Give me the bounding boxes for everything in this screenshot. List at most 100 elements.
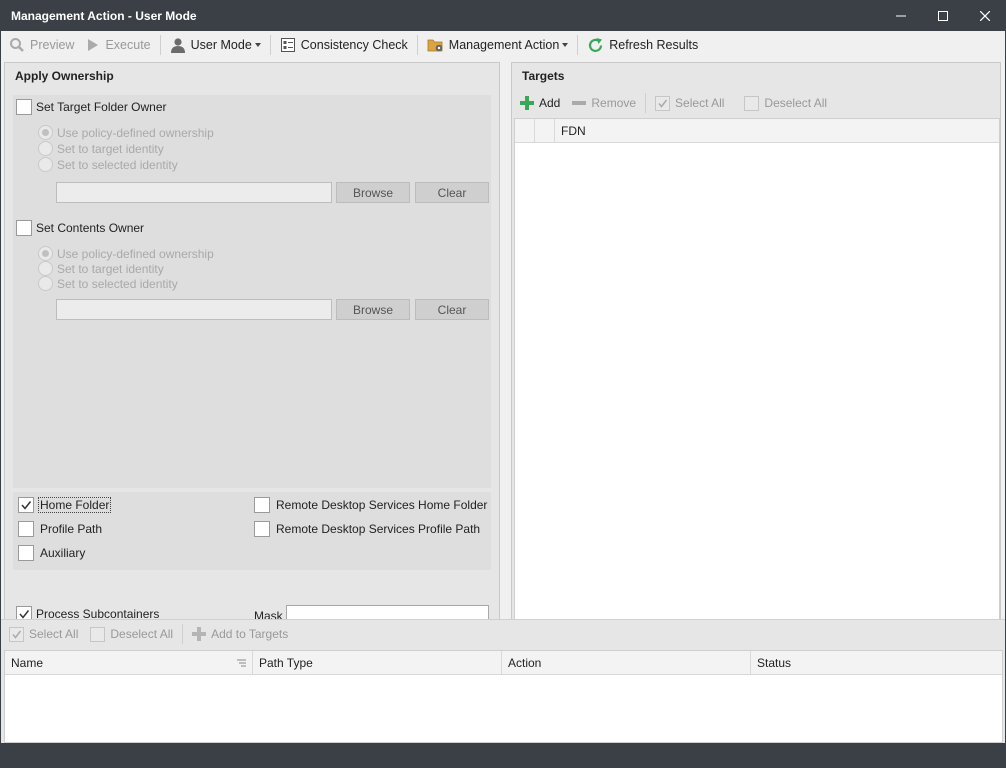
toolbar-separator: [416, 35, 418, 55]
minus-icon: [572, 101, 587, 105]
minimize-button[interactable]: [878, 0, 924, 31]
contents-owner-clear-button[interactable]: Clear: [415, 299, 489, 320]
maximize-button[interactable]: [920, 0, 966, 31]
results-grid-header: Name Path Type Action Status: [5, 651, 1002, 675]
targets-panel: Targets Add Remove Select All Deselect A…: [511, 62, 1001, 635]
radio-selected-identity[interactable]: Set to selected identity: [38, 276, 178, 291]
home-folder-checkbox[interactable]: Home Folder: [18, 497, 112, 513]
execute-button[interactable]: Execute: [80, 33, 156, 57]
refresh-results-label: Refresh Results: [609, 38, 699, 52]
checkbox-box: [254, 497, 270, 513]
minimize-icon: [896, 15, 906, 16]
results-grid: Name Path Type Action Status: [4, 650, 1003, 743]
checkbox-box: [16, 99, 32, 115]
targets-select-all-button[interactable]: Select All: [649, 91, 730, 115]
set-target-folder-owner-checkbox[interactable]: Set Target Folder Owner: [16, 99, 167, 115]
targets-grid: FDN: [514, 118, 1000, 634]
rds-home-folder-label: Remote Desktop Services Home Folder: [276, 498, 488, 512]
profile-path-checkbox[interactable]: Profile Path: [18, 521, 104, 537]
contents-owner-browse-button[interactable]: Browse: [336, 299, 410, 320]
radio-selected-identity[interactable]: Set to selected identity: [38, 157, 178, 172]
chevron-down-icon: [254, 43, 261, 47]
radio-dot: [38, 261, 53, 276]
radio-dot: [38, 157, 53, 172]
add-to-targets-button[interactable]: Add to Targets: [186, 622, 294, 646]
toolbar-separator: [159, 35, 161, 55]
refresh-results-button[interactable]: Refresh Results: [581, 33, 704, 57]
close-button[interactable]: [962, 0, 1006, 31]
radio-target-identity[interactable]: Set to target identity: [38, 261, 164, 276]
checkmark-icon: [12, 630, 22, 639]
title-bar: Management Action - User Mode: [0, 0, 1006, 31]
auxiliary-checkbox[interactable]: Auxiliary: [18, 545, 87, 561]
grid-check-column[interactable]: [535, 119, 555, 142]
close-icon: [980, 10, 990, 21]
column-header-label: Action: [508, 655, 542, 670]
magnifier-icon: [10, 38, 24, 52]
checkbox-box: [9, 626, 24, 642]
results-select-all-button[interactable]: Select All: [3, 622, 84, 646]
add-target-button[interactable]: Add: [514, 91, 566, 115]
radio-label: Set to target identity: [57, 141, 164, 156]
preview-label: Preview: [30, 38, 75, 52]
column-header-name[interactable]: Name: [5, 651, 253, 674]
target-folder-owner-clear-button[interactable]: Clear: [415, 182, 489, 203]
owner-settings-group: Set Target Folder Owner Use policy-defin…: [13, 95, 491, 488]
target-folder-owner-browse-button[interactable]: Browse: [336, 182, 410, 203]
radio-label: Use policy-defined ownership: [57, 246, 214, 261]
column-header-path-type[interactable]: Path Type: [253, 651, 502, 674]
column-header-action[interactable]: Action: [502, 651, 751, 674]
user-mode-dropdown[interactable]: User Mode: [164, 33, 267, 57]
window-title: Management Action - User Mode: [11, 9, 197, 23]
checkbox-box: [254, 521, 270, 537]
targets-deselect-all-button[interactable]: Deselect All: [738, 91, 833, 115]
radio-policy-defined-ownership[interactable]: Use policy-defined ownership: [38, 125, 214, 140]
user-mode-label: User Mode: [190, 38, 252, 52]
target-folder-owner-identity-input[interactable]: [56, 182, 332, 203]
checkbox-box: [90, 626, 106, 642]
checkmark-icon: [658, 99, 668, 108]
remove-target-button[interactable]: Remove: [566, 91, 642, 115]
set-contents-owner-checkbox[interactable]: Set Contents Owner: [16, 220, 144, 236]
radio-selected-dot: [42, 129, 49, 136]
sort-icon: [237, 659, 246, 667]
targets-title: Targets: [522, 69, 565, 83]
radio-dot: [38, 125, 53, 140]
preview-button[interactable]: Preview: [3, 33, 80, 57]
auxiliary-label: Auxiliary: [40, 546, 86, 560]
management-action-label: Management Action: [448, 38, 560, 52]
consistency-check-button[interactable]: Consistency Check: [274, 33, 414, 57]
home-folder-label: Home Folder: [38, 497, 112, 513]
management-action-dropdown[interactable]: Management Action: [421, 33, 575, 57]
app-window: Management Action - User Mode Preview Ex…: [0, 0, 1006, 768]
toolbar-separator: [577, 35, 579, 55]
checkbox-box: [18, 521, 34, 537]
rds-home-folder-checkbox[interactable]: Remote Desktop Services Home Folder: [254, 497, 489, 513]
select-all-label: Select All: [29, 627, 79, 641]
checkmark-icon: [21, 501, 32, 510]
checkbox-box: [18, 545, 34, 561]
rds-profile-path-label: Remote Desktop Services Profile Path: [276, 522, 481, 536]
radio-label: Use policy-defined ownership: [57, 125, 214, 140]
column-header-status[interactable]: Status: [751, 651, 1002, 674]
plus-icon: [520, 96, 534, 110]
results-deselect-all-button[interactable]: Deselect All: [84, 622, 179, 646]
checkbox-box: [655, 95, 671, 111]
plus-icon: [192, 627, 207, 641]
contents-owner-identity-input[interactable]: [56, 299, 332, 320]
column-header-fdn[interactable]: FDN: [555, 119, 999, 142]
radio-label: Set to target identity: [57, 261, 164, 276]
results-panel: Select All Deselect All Add to Targets N…: [1, 619, 1005, 743]
radio-target-identity[interactable]: Set to target identity: [38, 141, 164, 156]
radio-dot: [38, 246, 53, 261]
rds-profile-path-checkbox[interactable]: Remote Desktop Services Profile Path: [254, 521, 482, 537]
add-to-targets-label: Add to Targets: [211, 627, 289, 641]
radio-policy-defined-ownership[interactable]: Use policy-defined ownership: [38, 246, 214, 261]
maximize-icon: [938, 10, 948, 21]
column-header-label: Name: [11, 655, 44, 670]
select-all-label: Select All: [675, 96, 725, 110]
radio-dot: [38, 276, 53, 291]
toolbar-separator: [182, 624, 184, 644]
radio-selected-dot: [42, 250, 49, 257]
consistency-check-label: Consistency Check: [300, 38, 408, 52]
